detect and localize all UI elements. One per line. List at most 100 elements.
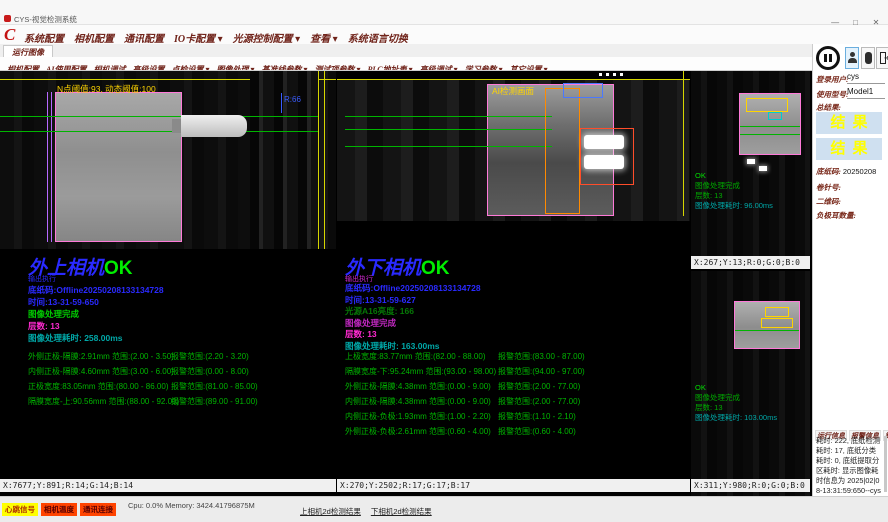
cyan-roi-box bbox=[768, 112, 782, 120]
toolbar-button[interactable]: AI使用配置 bbox=[46, 64, 86, 71]
info-line: 图像处理耗时: 258.00ms bbox=[28, 332, 164, 344]
measurement-value: 内侧正极-负极:1.93mm 范围:(1.00 - 2.20) bbox=[345, 411, 491, 422]
bright-spots bbox=[599, 73, 625, 76]
info-lines: 底纸码:Offline20250208133134728时间:13-31-59-… bbox=[28, 284, 164, 344]
alarm-range: 报警范围:(83.00 - 87.00) bbox=[498, 351, 585, 362]
info-lines: 底纸码:Offline20250208133134728时间:13-31-59-… bbox=[345, 283, 481, 352]
alarm-range: 报警范围:(2.00 - 77.00) bbox=[498, 396, 580, 407]
measurement-row: 外侧正极-负极:2.61mm 范围:(0.60 - 4.00)报警范围:(0.6… bbox=[345, 426, 685, 441]
cursor-position-status: X:270;Y:2502;R:17;G:17;B:17 bbox=[337, 479, 690, 492]
yellow-guide-line bbox=[683, 71, 684, 216]
info-line: 图像处理耗时: 96.00ms bbox=[695, 201, 773, 211]
alarm-range: 报警范围:(0.00 - 8.00) bbox=[171, 366, 249, 377]
green-measure-line bbox=[345, 129, 552, 130]
toolbar-button[interactable]: 基准线参数 ▾ bbox=[261, 64, 307, 71]
model-field[interactable]: Model1 bbox=[847, 87, 885, 99]
titlebar: CYS-视觉检测系统 — □ ✕ bbox=[0, 0, 888, 25]
pause-button[interactable] bbox=[816, 46, 840, 70]
measurement-value: 外侧正极-隔膜:2.91mm 范围:(2.00 - 3.50) bbox=[28, 351, 174, 362]
toolbar-button[interactable]: 学习参数 ▾ bbox=[465, 64, 503, 71]
ai-overlay-text: AI检测画面 bbox=[492, 85, 534, 97]
bright-spot bbox=[747, 159, 755, 164]
toolbar-button[interactable]: 图像处理 ▾ bbox=[216, 64, 254, 71]
measurement-value: 外侧正极-负极:2.61mm 范围:(0.60 - 4.00) bbox=[345, 426, 491, 437]
cpu-memory-info: Cpu: 0.0% Memory: 3424.41796875M bbox=[128, 501, 255, 510]
cursor-position-status: X:7677;Y:891;R:14;G:14;B:14 bbox=[0, 479, 336, 492]
log-scrollbar[interactable] bbox=[884, 436, 887, 492]
menu-item[interactable]: 系统配置 bbox=[24, 30, 64, 45]
main-area: N点阈值:93, 动态阈值:100 R:66 外上相机OK 输出执行 底纸码:O… bbox=[0, 71, 812, 496]
alarm-range: 报警范围:(81.00 - 85.00) bbox=[171, 381, 258, 392]
yellow-guide-line bbox=[337, 79, 690, 80]
measurement-list: 外侧正极-隔膜:2.91mm 范围:(2.00 - 3.50)报警范围:(2.2… bbox=[28, 351, 328, 411]
control-panel: 登录用户: cys 使用型号: Model1 总结果: 结果 结果 底纸码: 2… bbox=[812, 44, 888, 496]
measurement-row: 上极宽度:83.77mm 范围:(82.00 - 88.00)报警范围:(83.… bbox=[345, 351, 685, 366]
lock-button[interactable] bbox=[861, 47, 875, 69]
status-badge: 心跳信号 bbox=[2, 503, 38, 516]
measurement-row: 隔膜宽度-上:90.56mm 范围:(88.00 - 92.00)报警范围:(8… bbox=[28, 396, 328, 411]
result-text: 结果 bbox=[823, 115, 874, 131]
measurement-row: 内侧正极-隔膜:4.60mm 范围:(3.00 - 6.00)报警范围:(0.0… bbox=[28, 366, 328, 381]
status-bar: 心跳信号相机温度通讯连接 Cpu: 0.0% Memory: 3424.4179… bbox=[0, 496, 888, 522]
measurement-row: 外侧正极-隔膜:2.91mm 范围:(2.00 - 3.50)报警范围:(2.2… bbox=[28, 351, 328, 366]
logout-button[interactable] bbox=[876, 47, 888, 69]
status-badge: 相机温度 bbox=[41, 503, 77, 516]
menu-item[interactable]: IO卡配置 ▾ bbox=[174, 30, 223, 45]
menu-item[interactable]: 通讯配置 bbox=[124, 30, 164, 45]
lock-icon bbox=[865, 52, 872, 64]
menu-item[interactable]: 查看 ▾ bbox=[310, 30, 338, 45]
middle-camera-image[interactable]: AI检测画面 bbox=[337, 71, 690, 221]
orange-roi-box bbox=[545, 88, 580, 214]
login-user-field[interactable]: cys bbox=[847, 72, 885, 84]
qr-code-label: 二维码: bbox=[816, 196, 841, 207]
toolbar-button[interactable]: PLC地址表 ▾ bbox=[368, 64, 413, 71]
measurement-row: 内侧正极-隔膜:4.38mm 范围:(0.00 - 9.00)报警范围:(2.0… bbox=[345, 396, 685, 411]
menu-item[interactable]: 系统语言切换 bbox=[348, 30, 408, 45]
info-line: 图像处理完成 bbox=[28, 308, 164, 320]
base-code-caption: 底纸码: bbox=[816, 167, 843, 176]
small-views-column: OK图像处理完成层数: 13图像处理耗时: 96.00ms X:267;Y:13… bbox=[691, 71, 810, 496]
left-camera-image[interactable]: N点阈值:93, 动态阈值:100 R:66 bbox=[0, 71, 336, 249]
info-line: OK bbox=[695, 171, 773, 181]
toolbar-button[interactable]: 其它设置 ▾ bbox=[510, 64, 548, 71]
model-label: 使用型号: bbox=[816, 89, 849, 100]
menu-item[interactable]: 光源控制配置 ▾ bbox=[233, 30, 301, 45]
window-title: CYS-视觉检测系统 bbox=[14, 14, 77, 25]
blue-overlay-label: R:66 bbox=[284, 95, 301, 104]
green-measure-line bbox=[0, 116, 318, 117]
info-line: 层数: 13 bbox=[695, 403, 777, 413]
detect-result-link[interactable]: 上相机2d检测结果 bbox=[300, 506, 361, 517]
toolbar-button[interactable]: 相机调试 bbox=[93, 64, 125, 71]
green-measure-line bbox=[740, 134, 800, 135]
inner-upper-camera-view[interactable]: OK图像处理完成层数: 13图像处理耗时: 96.00ms X:267;Y:13… bbox=[691, 71, 810, 269]
base-code-label: 底纸码: 20250208 bbox=[816, 166, 876, 177]
measurement-value: 隔膜宽度-下:95.24mm 范围:(93.00 - 98.00) bbox=[345, 366, 496, 377]
user-login-button[interactable] bbox=[845, 47, 859, 69]
toolbar-button[interactable]: 相机配置 bbox=[7, 64, 39, 71]
info-line: 图像处理耗时: 103.00ms bbox=[695, 413, 777, 423]
toolbar-button[interactable]: 点检设置 ▾ bbox=[171, 64, 209, 71]
yellow-guide-line bbox=[318, 71, 319, 249]
green-measure-line bbox=[740, 126, 800, 127]
green-measure-line bbox=[735, 330, 799, 331]
detect-result-link[interactable]: 下相机2d检测结果 bbox=[371, 506, 432, 517]
yellow-guide-line bbox=[324, 71, 325, 249]
toolbar-button[interactable]: 测试项参数 ▾ bbox=[315, 64, 361, 71]
logout-icon bbox=[880, 52, 886, 64]
toolbar-button[interactable]: 高级设置 bbox=[132, 64, 164, 71]
info-line: 光源A16亮度: 166 bbox=[345, 306, 481, 318]
inner-lower-camera-view[interactable]: OK图像处理完成层数: 13图像处理耗时: 103.00ms X:311;Y:9… bbox=[691, 271, 810, 496]
red-roi-box bbox=[580, 128, 634, 185]
blue-marker-line bbox=[281, 93, 282, 113]
info-line: 底纸码:Offline20250208133134728 bbox=[345, 283, 481, 295]
menu-item[interactable]: 相机配置 bbox=[74, 30, 114, 45]
tab-strip: 运行图像 bbox=[0, 44, 812, 58]
measurement-value: 外侧正极-隔膜:4.38mm 范围:(0.00 - 9.00) bbox=[345, 381, 491, 392]
measurement-value: 正极宽度:83.05mm 范围:(80.00 - 86.00) bbox=[28, 381, 169, 392]
toolbar: 相机配置 AI使用配置相机调试高级设置点检设置 ▾ 图像处理 ▾ 基准线参数 ▾ 测试项… bbox=[0, 57, 812, 71]
purple-guide-line bbox=[51, 92, 52, 242]
yellow-roi-box bbox=[761, 318, 793, 328]
toolbar-button[interactable]: 高级调试 ▾ bbox=[420, 64, 458, 71]
lower-outer-camera-view: AI检测画面 外下相机OK 输出执行 底纸码:Offline2025020813… bbox=[337, 71, 690, 496]
yellow-roi-box bbox=[746, 98, 788, 112]
